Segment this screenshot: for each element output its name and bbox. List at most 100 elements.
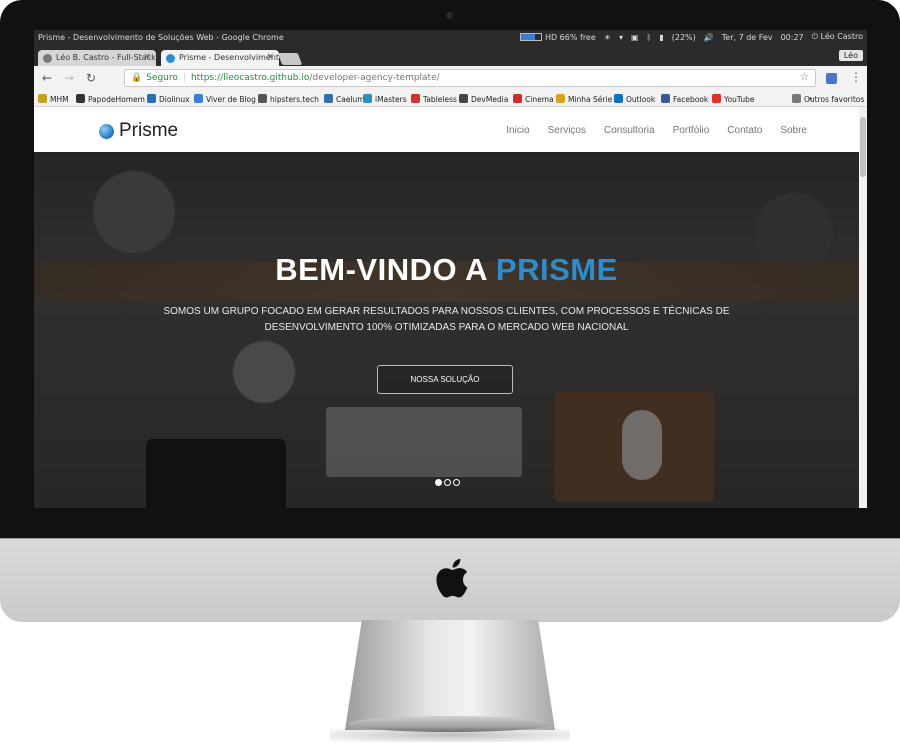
bookmark-label: MHM xyxy=(50,95,69,104)
bookmark-item[interactable]: MHM xyxy=(38,94,69,104)
window-title: Prisme - Desenvolvimento de Soluções Web… xyxy=(38,33,284,42)
back-arrow-icon[interactable]: ← xyxy=(42,71,52,85)
scrollbar-thumb[interactable] xyxy=(860,117,866,177)
user-name: Léo Castro xyxy=(820,32,863,41)
close-tab-icon[interactable]: × xyxy=(266,52,274,62)
bookmark-favicon-icon xyxy=(513,94,522,103)
menu-kebab-icon[interactable]: ⋮ xyxy=(850,70,862,84)
other-bookmarks-folder[interactable]: Outros favoritos xyxy=(792,94,864,104)
menu-item-consultoria[interactable]: Consultoria xyxy=(604,125,655,136)
battery-fill xyxy=(521,34,535,40)
bookmark-favicon-icon xyxy=(324,94,333,103)
bookmarks-bar: » Outros favoritos MHM PapodeHomem Diolinu… xyxy=(34,90,867,107)
bookmark-label: Facebook xyxy=(673,95,709,104)
menu-item-portfolio[interactable]: Portfólio xyxy=(673,125,710,136)
menu-item-contato[interactable]: Contato xyxy=(727,125,762,136)
apple-logo-icon xyxy=(436,558,468,598)
bookmark-favicon-icon xyxy=(459,94,468,103)
bookmark-favicon-icon xyxy=(556,94,565,103)
bookmark-label: Tableless xyxy=(423,95,457,104)
bookmark-item[interactable]: iMasters xyxy=(363,94,407,104)
bookmark-label: Caelum xyxy=(336,95,365,104)
tab-strip: Léo B. Castro - Full-Stack × Prisme - De… xyxy=(34,47,867,66)
close-tab-icon[interactable]: × xyxy=(143,52,151,62)
url-host: https://lleocastro.github.io xyxy=(190,73,310,83)
nossa-solucao-button[interactable]: NOSSA SOLUÇÃO xyxy=(377,365,513,394)
code-favicon-icon xyxy=(43,54,52,63)
secure-label: Seguro xyxy=(146,73,178,83)
bookmark-label: DevMedia xyxy=(471,95,509,104)
bookmark-item[interactable]: Cinema xyxy=(513,94,554,104)
menu-item-sobre[interactable]: Sobre xyxy=(780,125,807,136)
tab-leo-castro[interactable]: Léo B. Castro - Full-Stack × xyxy=(38,50,156,66)
volume-icon[interactable]: 🔊 xyxy=(704,33,714,42)
menu-item-servicos[interactable]: Serviços xyxy=(548,125,586,136)
tab-title: Prisme - Desenvolvimento xyxy=(179,53,279,62)
bookmark-star-icon[interactable]: ☆ xyxy=(800,72,809,83)
bookmark-favicon-icon xyxy=(76,94,85,103)
bookmark-item[interactable]: Viver de Blog xyxy=(194,94,256,104)
hero-carousel: BEM-VINDO A PRISME SOMOS UM GRUPO FOCADO… xyxy=(34,152,859,508)
hero-title-accent: PRISME xyxy=(495,252,618,287)
shutdown-icon: ⏻ xyxy=(811,32,818,41)
volume-level[interactable]: (22%) xyxy=(672,33,696,42)
battery-indicator[interactable]: HD 66% free xyxy=(520,32,596,42)
site-brand[interactable]: Prisme xyxy=(99,120,178,142)
site-menu: Inicio Serviços Consultoria Portfólio Co… xyxy=(506,125,807,136)
battery-label: HD 66% free xyxy=(544,32,596,42)
tab-title: Léo B. Castro - Full-Stack xyxy=(56,53,156,62)
hero-title: BEM-VINDO A PRISME xyxy=(34,252,859,288)
bookmark-item[interactable]: DevMedia xyxy=(459,94,508,104)
url-path: /developer-agency-template/ xyxy=(309,73,440,83)
carousel-dot[interactable] xyxy=(453,479,460,486)
bookmark-favicon-icon xyxy=(411,94,420,103)
bookmark-favicon-icon xyxy=(712,94,721,103)
bookmark-item[interactable]: hipsters.tech xyxy=(258,94,319,104)
bookmark-label: Minha Série xyxy=(568,95,613,104)
bookmark-item[interactable]: Caelum xyxy=(324,94,365,104)
imac-frame: Prisme - Desenvolvimento de Soluções Web… xyxy=(0,0,900,753)
bookmark-favicon-icon xyxy=(614,94,623,103)
bookmark-item[interactable]: Minha Série xyxy=(556,94,612,104)
forward-arrow-icon[interactable]: → xyxy=(64,71,74,85)
bookmark-label: Diolinux xyxy=(159,95,190,104)
folder-icon xyxy=(792,94,801,103)
screen: Prisme - Desenvolvimento de Soluções Web… xyxy=(34,30,867,508)
bookmark-item[interactable]: Outlook xyxy=(614,94,655,104)
bookmark-item[interactable]: YouTube xyxy=(712,94,755,104)
web-page: Prisme Inicio Serviços Consultoria Portf… xyxy=(34,107,859,508)
extension-icon[interactable] xyxy=(826,73,837,84)
hero-title-prefix: BEM-VINDO A xyxy=(275,252,496,287)
time-label[interactable]: 00:27 xyxy=(781,33,804,42)
reload-icon[interactable]: ↻ xyxy=(86,71,96,85)
globe-favicon-icon xyxy=(166,54,175,63)
bookmark-favicon-icon xyxy=(363,94,372,103)
page-scrollbar[interactable] xyxy=(859,107,867,508)
user-menu[interactable]: ⏻ Léo Castro xyxy=(812,32,863,42)
pidgin-icon[interactable]: ▣ xyxy=(631,33,639,42)
profile-button[interactable]: Léo xyxy=(838,50,863,61)
system-tray: HD 66% free ☀ ▾ ▣ ᛒ ▮ (22%) 🔊 Ter, 7 de … xyxy=(520,32,863,42)
address-bar[interactable]: 🔒 Seguro | https://lleocastro.github.io … xyxy=(124,69,816,87)
bookmark-item[interactable]: Diolinux xyxy=(147,94,190,104)
bookmark-item[interactable]: Tableless xyxy=(411,94,457,104)
bookmark-favicon-icon xyxy=(258,94,267,103)
monitor-stand xyxy=(345,620,555,730)
site-navbar: Prisme Inicio Serviços Consultoria Portf… xyxy=(34,107,859,152)
wifi-icon[interactable]: ▾ xyxy=(619,33,623,42)
bookmark-item[interactable]: PapodeHomem xyxy=(76,94,145,104)
bookmark-favicon-icon xyxy=(194,94,203,103)
new-tab-button[interactable] xyxy=(277,53,303,65)
lock-icon: 🔒 xyxy=(131,73,143,83)
carousel-dot[interactable] xyxy=(444,479,451,486)
brightness-icon[interactable]: ☀ xyxy=(604,33,611,42)
date-label[interactable]: Ter, 7 de Fev xyxy=(722,33,773,42)
menu-item-inicio[interactable]: Inicio xyxy=(506,125,529,136)
bookmark-label: YouTube xyxy=(724,95,755,104)
bluetooth-icon[interactable]: ᛒ xyxy=(647,33,652,42)
tab-prisme[interactable]: Prisme - Desenvolvimento × xyxy=(161,50,279,66)
power-icon[interactable]: ▮ xyxy=(659,33,663,42)
carousel-dot[interactable] xyxy=(435,479,442,486)
bookmark-item[interactable]: Facebook xyxy=(661,94,708,104)
other-bookmarks-label: Outros favoritos xyxy=(804,95,865,104)
